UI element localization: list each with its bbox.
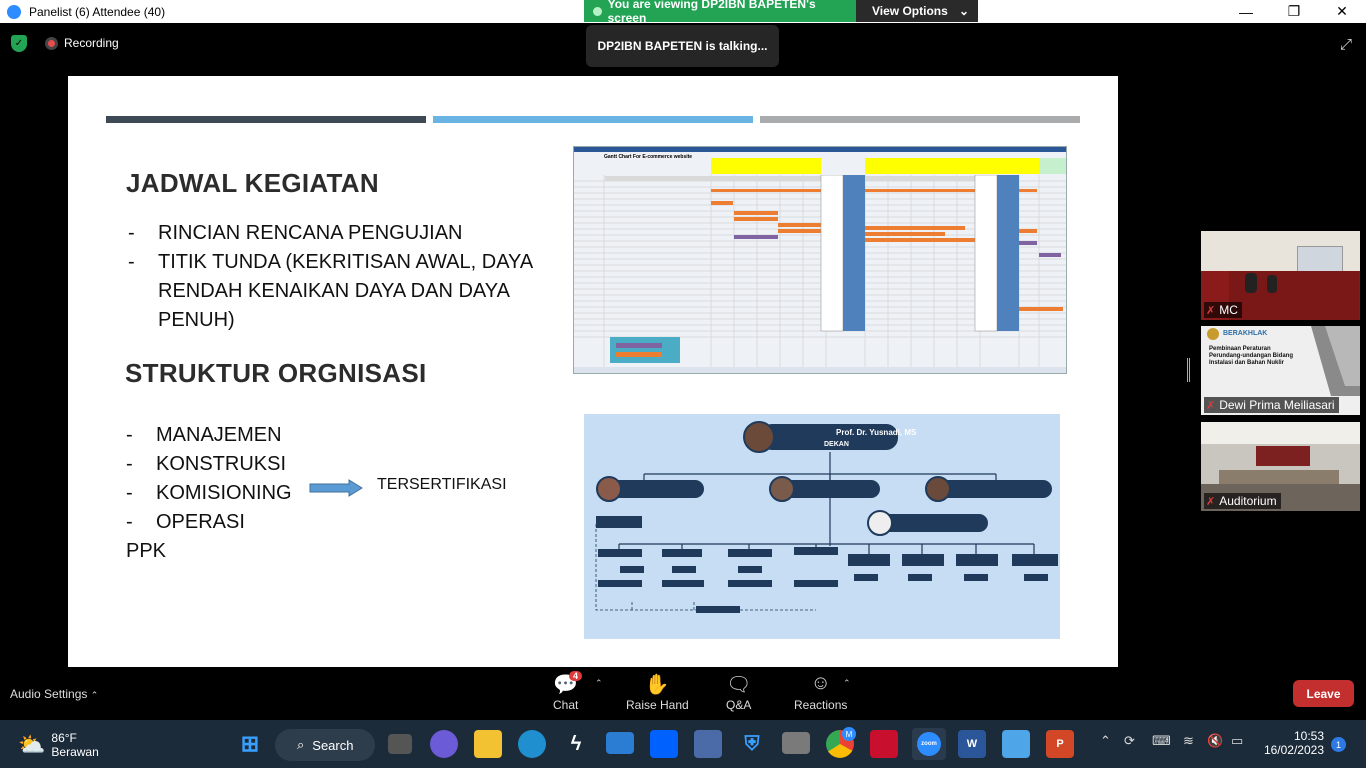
weather-widget[interactable]: ⛅ 86°F Berawan	[18, 731, 99, 759]
fullscreen-icon[interactable]: ⤢	[1340, 36, 1352, 53]
zoom-logo-icon	[7, 4, 21, 19]
slide-heading-structure: STRUKTUR ORGNISASI	[125, 358, 427, 388]
partly-cloudy-icon: ⛅	[18, 732, 46, 757]
task-view-icon[interactable]	[388, 734, 412, 754]
slide-brand: BERAKHLAK	[1223, 330, 1268, 337]
shared-slide: JADWAL KEGIATAN - RINCIAN RENCANA PENGUJI…	[68, 76, 1118, 667]
view-options-button[interactable]: View Options ⌄	[856, 0, 978, 22]
shield-app-icon[interactable]: ⛨	[738, 730, 766, 758]
outlook-teams-icon[interactable]	[694, 730, 722, 758]
weather-condition: Berawan	[51, 745, 99, 759]
security-shield-icon[interactable]: ✓	[11, 35, 27, 52]
chevron-up-icon[interactable]: ⌃	[843, 678, 851, 689]
leave-button[interactable]: Leave	[1293, 680, 1354, 707]
viewing-indicator: You are viewing DP2IBN BAPETEN's screen	[584, 0, 856, 25]
slide-preview-text: Pembinaan Peraturan Perundang-undangan B…	[1209, 346, 1293, 366]
mic-muted-icon: ✗	[1206, 304, 1216, 317]
maximize-button[interactable]: ❐	[1270, 0, 1318, 23]
raise-hand-label: Raise Hand	[626, 698, 689, 712]
chevron-down-icon: ⌄	[958, 4, 969, 18]
file-explorer-icon[interactable]	[474, 730, 502, 758]
raise-hand-button[interactable]: ✋ Raise Hand	[626, 672, 689, 712]
keyboard-icon[interactable]: ⌨	[1152, 733, 1171, 749]
chrome-profile-badge: M	[842, 727, 856, 741]
recording-indicator[interactable]: Recording	[45, 36, 119, 50]
zoom-taskbar-icon[interactable]: zoom	[912, 728, 946, 760]
taskbar-search[interactable]: ⌕ Search	[275, 729, 375, 761]
slide-accent-bar-1	[106, 116, 426, 123]
chevron-up-icon: ⌃	[90, 690, 99, 700]
viewing-text: You are viewing DP2IBN BAPETEN's screen	[607, 0, 816, 25]
reactions-button[interactable]: ☺ Reactions	[794, 672, 847, 712]
photos-icon[interactable]	[1002, 730, 1030, 758]
slide-accent-bar-3	[760, 116, 1080, 123]
chevron-up-icon[interactable]: ⌃	[1100, 733, 1111, 749]
slide-accent-bar-2	[433, 116, 753, 123]
org-dean-title: DEKAN	[824, 441, 849, 448]
view-options-label: View Options	[872, 4, 948, 18]
ppk-label: PPK	[126, 540, 167, 562]
teams-chat-icon[interactable]	[430, 730, 458, 758]
window-title: Panelist (6) Attendee (40)	[29, 4, 166, 19]
close-window-button[interactable]: ✕	[1318, 0, 1366, 23]
search-icon: ⌕	[297, 737, 305, 752]
qa-label: Q&A	[726, 698, 752, 712]
panel-resize-handle[interactable]	[1187, 358, 1190, 382]
taskbar-clock[interactable]: 10:53 16/02/2023	[1260, 729, 1324, 757]
chat-label: Chat	[553, 698, 579, 712]
clock-date: 16/02/2023	[1263, 743, 1324, 757]
video-tile-dewi[interactable]: BERAKHLAK Pembinaan Peraturan Perundang-…	[1201, 326, 1360, 415]
org-chart-image: Prof. Dr. Yusnadi, MS DEKAN	[584, 414, 1060, 639]
app-lightning-icon[interactable]: ϟ	[562, 730, 590, 758]
edge-icon[interactable]	[518, 730, 546, 758]
sync-icon[interactable]: ⟳	[1124, 733, 1135, 749]
emoji-icon: ☺	[810, 672, 831, 694]
org-dean-name: Prof. Dr. Yusnadi, MS	[836, 428, 917, 437]
powerpoint-icon[interactable]: P	[1046, 730, 1074, 758]
participant-label: ✗ Auditorium	[1204, 493, 1281, 509]
participant-label: ✗ Dewi Prima Meiliasari	[1204, 397, 1339, 413]
wifi-icon[interactable]: ≋	[1183, 733, 1194, 749]
word-icon[interactable]: W	[958, 730, 986, 758]
gantt-title: Gantt Chart For E-commerce website	[604, 154, 693, 160]
record-icon	[45, 36, 58, 50]
chevron-up-icon[interactable]: ⌃	[595, 678, 603, 689]
recording-label: Recording	[64, 36, 119, 50]
video-tile-mc[interactable]: ✗ MC	[1201, 231, 1360, 320]
mic-muted-icon: ✗	[1206, 399, 1216, 412]
search-label: Search	[312, 737, 354, 753]
qa-icon: 🗨	[726, 674, 752, 696]
mic-muted-icon: ✗	[1206, 495, 1216, 508]
certified-label: TERSERTIFIKASI	[377, 476, 507, 493]
volume-muted-icon[interactable]: 🔇	[1207, 733, 1223, 749]
camera-icon[interactable]	[782, 732, 810, 754]
mcafee-icon[interactable]	[870, 730, 898, 758]
mail-icon[interactable]	[606, 732, 634, 754]
notification-badge[interactable]: 1	[1331, 737, 1346, 752]
share-status-icon	[593, 6, 602, 16]
screen-share-banner: You are viewing DP2IBN BAPETEN's screen …	[584, 0, 978, 25]
clock-time: 10:53	[1293, 729, 1324, 743]
windows-start-icon[interactable]: ⊞	[236, 730, 264, 758]
participant-label: ✗ MC	[1204, 302, 1242, 318]
gantt-chart-image: Gantt Chart For E-commerce website	[573, 146, 1067, 374]
chat-badge: 4	[569, 671, 583, 681]
hand-icon: ✋	[644, 674, 670, 696]
video-tile-auditorium[interactable]: ✗ Auditorium	[1201, 422, 1360, 511]
slide-heading-schedule: JADWAL KEGIATAN	[126, 168, 379, 198]
temperature: 86°F	[51, 731, 77, 745]
talking-indicator: DP2IBN BAPETEN is talking...	[586, 25, 779, 67]
dropbox-icon[interactable]	[650, 730, 678, 758]
audio-settings-button[interactable]: Audio Settings ⌃	[10, 687, 98, 701]
battery-icon[interactable]: ▭	[1231, 733, 1243, 749]
minimize-button[interactable]: —	[1222, 0, 1270, 23]
reactions-label: Reactions	[794, 698, 848, 712]
chat-button[interactable]: 💬 4 Chat	[553, 671, 583, 712]
arrow-right-icon	[309, 479, 363, 497]
qa-button[interactable]: 🗨 Q&A	[726, 672, 751, 712]
